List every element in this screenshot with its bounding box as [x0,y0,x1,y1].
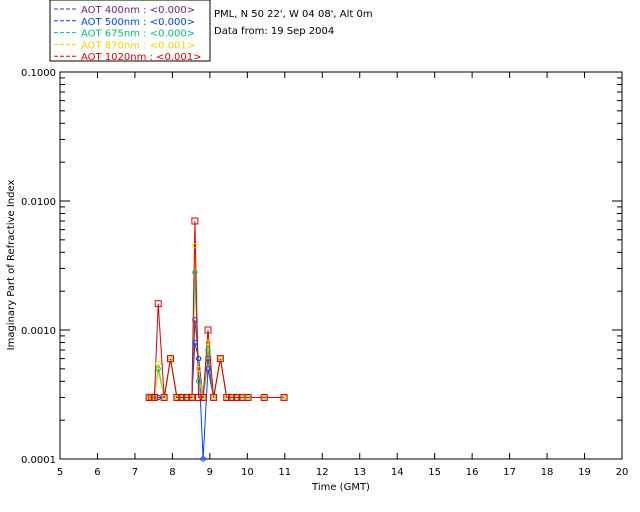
y-axis-label: Imaginary Part of Refractive Index [6,180,17,351]
legend-label: AOT 675nm : <0.000> [81,29,195,40]
legend-label: AOT 400nm : <0.000> [81,5,195,16]
x-tick-label: 9 [207,467,213,478]
y-tick-label: 0.1000 [21,68,56,79]
x-tick-label: 8 [169,467,175,478]
x-tick-label: 19 [578,467,591,478]
x-tick-label: 14 [391,467,404,478]
x-tick-label: 12 [316,467,329,478]
y-tick-label: 0.0100 [21,197,56,208]
x-tick-label: 20 [616,467,629,478]
x-tick-label: 17 [503,467,516,478]
x-tick-label: 7 [132,467,138,478]
x-tick-label: 16 [466,467,479,478]
legend-label: AOT 500nm : <0.000> [81,17,195,28]
legend-label: AOT 870nm : <0.001> [81,40,195,51]
x-tick-label: 15 [428,467,441,478]
x-tick-label: 6 [94,467,100,478]
y-tick-label: 0.0001 [21,455,56,466]
date-text: Data from: 19 Sep 2004 [214,26,334,37]
x-axis-label: Time (GMT) [311,482,370,493]
location-text: PML, N 50 22', W 04 08', Alt 0m [214,9,373,20]
x-tick-label: 13 [353,467,366,478]
legend: AOT 400nm : <0.000>AOT 500nm : <0.000>AO… [49,0,211,63]
chart-background [0,0,640,512]
x-tick-label: 11 [278,467,291,478]
x-tick-label: 5 [57,467,63,478]
legend-label: AOT 1020nm : <0.001> [81,52,201,63]
x-tick-label: 18 [541,467,554,478]
x-tick-label: 10 [241,467,254,478]
chart: AOT 400nm : <0.000>AOT 500nm : <0.000>AO… [0,0,640,512]
y-tick-label: 0.0010 [21,326,56,337]
